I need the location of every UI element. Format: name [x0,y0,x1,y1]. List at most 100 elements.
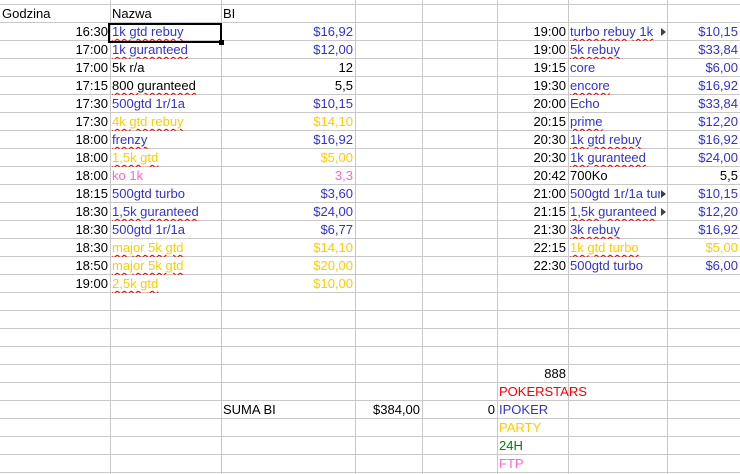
bi-cell[interactable]: $10,15 [221,95,355,113]
time-cell[interactable]: 20:30 [497,149,568,167]
name-cell[interactable]: 2,5k gtd [110,275,221,293]
time-cell[interactable]: 22:30 [497,257,568,275]
summary-label[interactable]: SUMA BI [221,401,355,419]
bi-cell[interactable]: $14,10 [221,113,355,131]
summary-zero[interactable]: 0 [422,401,497,419]
name-cell[interactable]: major 5k gtd [110,239,221,257]
time-cell[interactable]: 18:30 [0,221,110,239]
time-cell[interactable]: 18:50 [0,257,110,275]
time-cell[interactable]: 22:15 [497,239,568,257]
name-cell[interactable]: 1,5k gtd [110,149,221,167]
name-cell[interactable]: 1,5k guranteed [568,203,660,221]
bi-cell[interactable]: 5,5 [667,167,740,185]
name-cell[interactable]: 500gtd 1r/1a [110,221,221,239]
time-cell[interactable]: 21:15 [497,203,568,221]
bi-cell[interactable]: $6,00 [667,59,740,77]
time-cell[interactable]: 19:00 [497,41,568,59]
bi-cell[interactable]: 3,3 [221,167,355,185]
name-cell[interactable]: 4k gtd rebuy [110,113,221,131]
bi-cell[interactable]: $10,00 [221,275,355,293]
time-cell[interactable]: 19:30 [497,77,568,95]
bi-cell[interactable]: $16,92 [221,131,355,149]
time-cell[interactable]: 20:42 [497,167,568,185]
time-cell[interactable]: 19:15 [497,59,568,77]
bi-cell[interactable]: 5,5 [221,77,355,95]
bi-cell[interactable]: $12,20 [667,203,740,221]
time-cell[interactable]: 18:00 [0,149,110,167]
bi-cell[interactable]: $10,15 [667,185,740,203]
bi-cell[interactable]: $16,92 [221,23,355,41]
bi-cell[interactable]: 12 [221,59,355,77]
bi-cell[interactable]: $6,00 [667,257,740,275]
bi-cell[interactable]: $14,10 [221,239,355,257]
name-cell[interactable]: frenzy [110,131,221,149]
fill-handle[interactable] [219,40,224,45]
name-cell[interactable]: major 5k gtd [110,257,221,275]
name-cell[interactable]: 3k rebuy [568,221,667,239]
name-cell[interactable]: 800 guranteed [110,77,221,95]
spreadsheet[interactable]: Godzina Nazwa BI 16:30 1k gtd rebuy $16,92… [0,0,740,474]
bi-cell[interactable]: $12,20 [667,113,740,131]
name-cell[interactable]: 500gtd 1r/1a turbo [568,185,660,203]
time-cell[interactable]: 19:00 [497,23,568,41]
name-cell[interactable]: encore [568,77,667,95]
time-cell[interactable]: 20:15 [497,113,568,131]
bi-cell[interactable]: $33,84 [667,41,740,59]
legend-item[interactable]: POKERSTARS [497,383,667,401]
bi-cell[interactable]: $24,00 [667,149,740,167]
name-cell[interactable]: Echo [568,95,667,113]
legend-item[interactable]: FTP [497,455,667,473]
time-cell[interactable]: 17:00 [0,41,110,59]
legend-item[interactable]: IPOKER [497,401,667,419]
name-cell[interactable]: 1k guranteed [568,149,667,167]
time-cell[interactable]: 17:15 [0,77,110,95]
name-cell[interactable]: 1,5k guranteed [110,203,221,221]
name-cell[interactable]: 500gtd turbo [568,257,667,275]
name-cell[interactable]: core [568,59,667,77]
name-cell[interactable]: 1k guranteed [110,41,221,59]
name-cell[interactable]: prime [568,113,667,131]
header-godzina[interactable]: Godzina [0,5,110,23]
name-cell[interactable]: turbo rebuy 1k [568,23,660,41]
bi-cell[interactable]: $5,00 [221,149,355,167]
name-cell[interactable]: 500gtd turbo [110,185,221,203]
time-cell[interactable]: 17:00 [0,59,110,77]
time-cell[interactable]: 18:00 [0,167,110,185]
bi-cell[interactable]: $3,60 [221,185,355,203]
legend-item[interactable]: PARTY [497,419,667,437]
time-cell[interactable]: 21:30 [497,221,568,239]
name-cell[interactable]: 5k rebuy [568,41,667,59]
time-cell[interactable]: 19:00 [0,275,110,293]
header-nazwa[interactable]: Nazwa [110,5,221,23]
time-cell[interactable]: 21:00 [497,185,568,203]
header-bi[interactable]: BI [221,5,355,23]
time-cell[interactable]: 18:30 [0,203,110,221]
name-cell[interactable]: ko 1k [110,167,221,185]
bi-cell[interactable]: $16,92 [667,131,740,149]
summary-total[interactable]: $384,00 [355,401,422,419]
legend-item[interactable]: 888 [422,365,568,383]
time-cell[interactable]: 16:30 [0,23,110,41]
legend-item[interactable]: 24H [497,437,667,455]
bi-cell[interactable]: $12,00 [221,41,355,59]
active-cell-selection[interactable] [108,23,222,43]
bi-cell[interactable]: $20,00 [221,257,355,275]
name-cell[interactable]: 1k gtd turbo [568,239,667,257]
name-cell[interactable]: 700Ko [568,167,667,185]
time-cell[interactable]: 17:30 [0,95,110,113]
name-cell[interactable]: 1k gtd rebuy [568,131,667,149]
bi-cell[interactable]: $16,92 [667,77,740,95]
name-cell[interactable]: 500gtd 1r/1a [110,95,221,113]
bi-cell[interactable]: $5,00 [667,239,740,257]
name-cell[interactable]: 5k r/a [110,59,221,77]
bi-cell[interactable]: $33,84 [667,95,740,113]
time-cell[interactable]: 17:30 [0,113,110,131]
time-cell[interactable]: 20:30 [497,131,568,149]
time-cell[interactable]: 18:00 [0,131,110,149]
time-cell[interactable]: 18:15 [0,185,110,203]
bi-cell[interactable]: $24,00 [221,203,355,221]
time-cell[interactable]: 18:30 [0,239,110,257]
bi-cell[interactable]: $10,15 [667,23,740,41]
bi-cell[interactable]: $6,77 [221,221,355,239]
bi-cell[interactable]: $16,92 [667,221,740,239]
